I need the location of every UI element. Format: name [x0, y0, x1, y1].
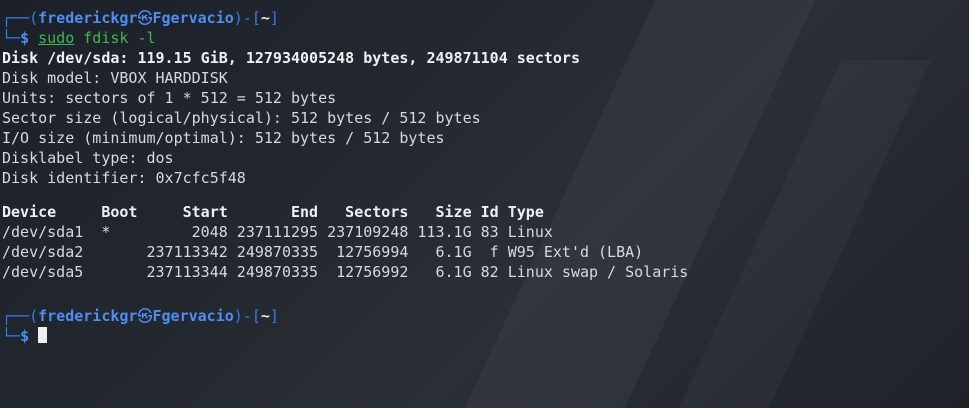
disk-model-line: Disk model: VBOX HARDDISK: [2, 69, 228, 87]
sector-size-line: Sector size (logical/physical): 512 byte…: [2, 109, 481, 127]
command-line-1: └─$ sudo fdisk -l: [2, 29, 156, 47]
prompt-user: frederickgr: [38, 9, 138, 27]
skull-icon: ㉿: [137, 307, 153, 325]
prompt-host: Fgervacio: [152, 9, 234, 27]
disk-summary-line: Disk /dev/sda: 119.15 GiB, 127934005248 …: [2, 49, 580, 67]
partition-row-sda2: /dev/sda2 237113342 249870335 12756994 6…: [2, 243, 644, 261]
io-size-line: I/O size (minimum/optimal): 512 bytes / …: [2, 129, 445, 147]
command-name: sudo: [38, 29, 75, 47]
skull-icon: ㉿: [137, 9, 153, 27]
partition-row-sda1: /dev/sda1 * 2048 237111295 237109248 113…: [2, 223, 553, 241]
prompt-user: frederickgr: [38, 307, 138, 325]
prompt-line-1: ┌──(frederickgr㉿Fgervacio)-[~]: [2, 9, 279, 27]
prompt-line-2: ┌──(frederickgr㉿Fgervacio)-[~]: [2, 307, 279, 325]
text-cursor: [38, 327, 48, 343]
disk-identifier-line: Disk identifier: 0x7cfc5f48: [2, 169, 246, 187]
prompt-dir: ~: [260, 307, 270, 325]
command-args: fdisk -l: [74, 29, 156, 47]
units-line: Units: sectors of 1 * 512 = 512 bytes: [2, 89, 337, 107]
disklabel-line: Disklabel type: dos: [2, 149, 174, 167]
command-line-2[interactable]: └─$: [2, 326, 969, 346]
terminal-window[interactable]: ┌──(frederickgr㉿Fgervacio)-[~] └─$ sudo …: [0, 0, 969, 408]
prompt-host: Fgervacio: [152, 307, 234, 325]
prompt-dir: ~: [260, 9, 270, 27]
partition-row-sda5: /dev/sda5 237113344 249870335 12756992 6…: [2, 263, 689, 281]
partition-table-header: Device Boot Start End Sectors Size Id Ty…: [2, 203, 544, 221]
